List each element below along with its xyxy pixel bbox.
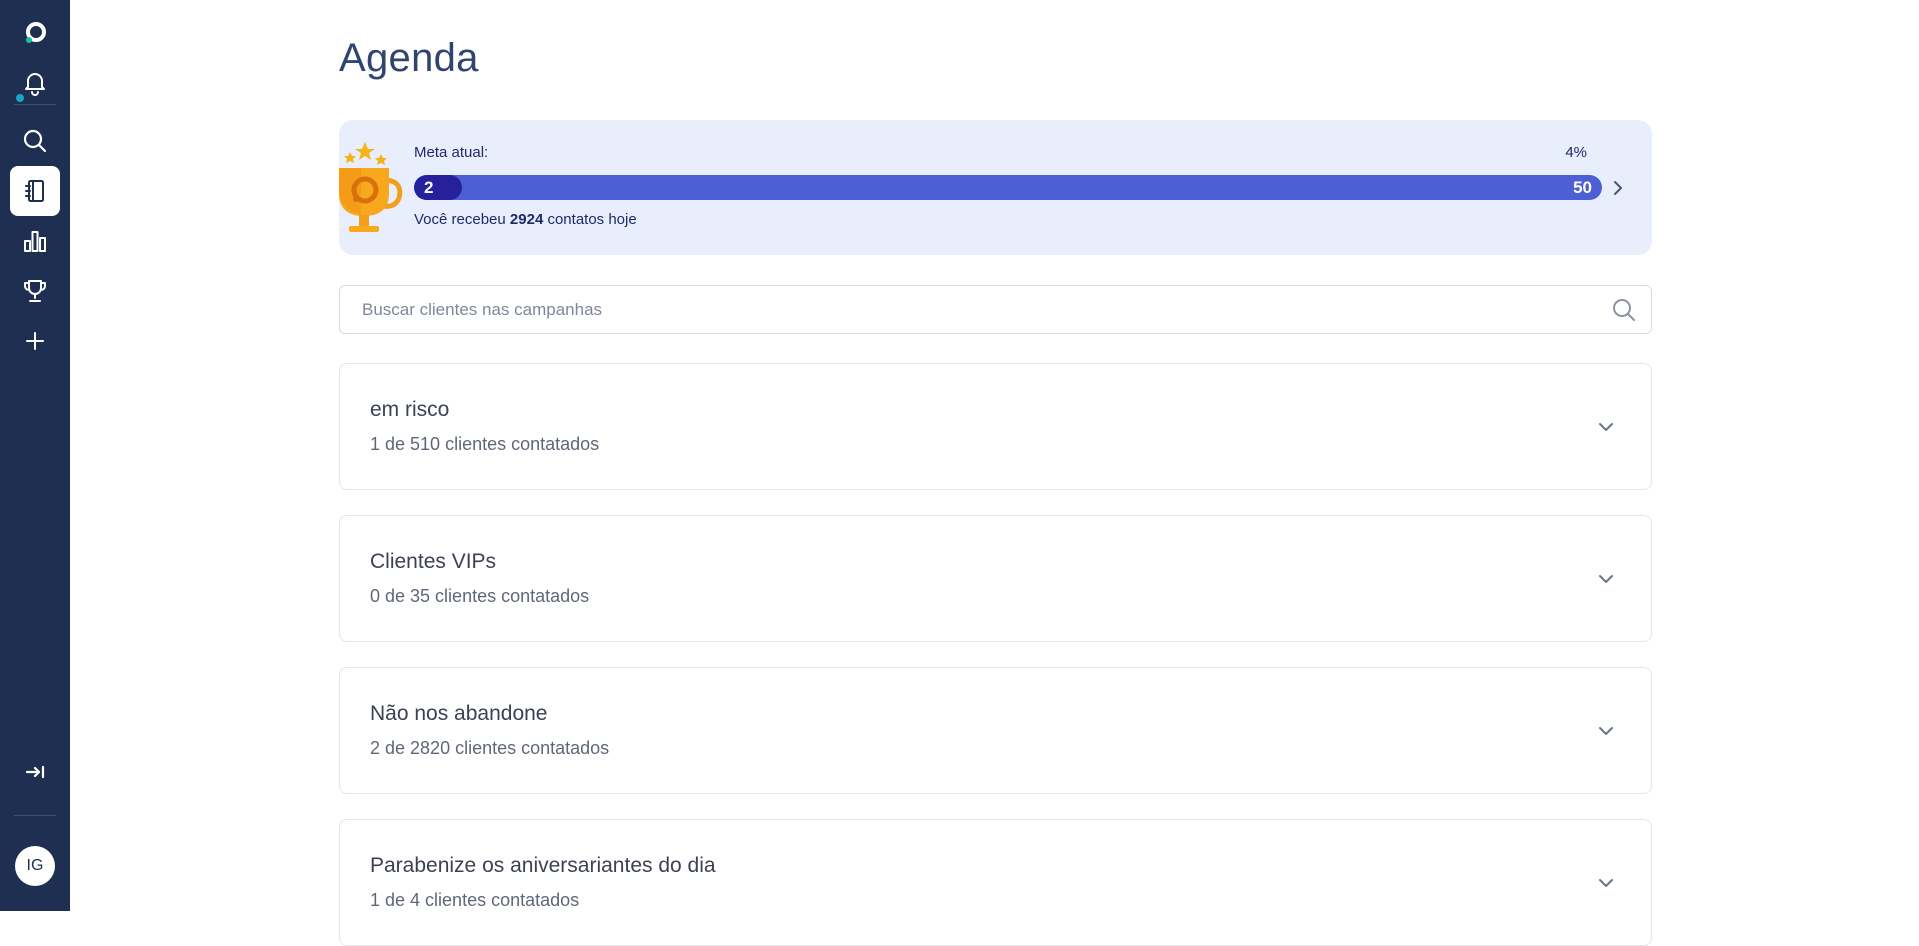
campaign-progress: 2 de 2820 clientes contatados [370,738,610,758]
search-box [339,285,1652,334]
goal-received-text: Você recebeu 2924 contatos hoje [414,211,637,228]
avatar[interactable]: IG [15,846,55,886]
campaign-card[interactable]: Parabenize os aniversariantes do dia 1 d… [339,819,1652,946]
trophy-illustration-icon [339,142,403,232]
bar-chart-icon[interactable] [10,216,60,266]
goal-percent: 4% [1565,144,1587,161]
sidebar: IG [0,0,70,911]
goal-target-value: 50 [1573,178,1592,197]
agenda-book-icon[interactable] [10,166,60,216]
goal-progress-fill [414,175,462,200]
trophy-icon[interactable] [10,266,60,316]
search-icon[interactable] [1611,297,1637,323]
campaign-progress: 1 de 4 clientes contatados [370,890,580,910]
goal-card[interactable]: Meta atual: 4% 2 50 Você recebeu 2924 co… [339,120,1652,255]
campaign-name: Clientes VIPs [370,550,497,573]
logo-icon[interactable] [10,8,60,58]
goal-current-value: 2 [424,178,434,197]
goal-progress-bar: 2 50 [414,175,1602,200]
campaign-card[interactable]: em risco 1 de 510 clientes contatados [339,363,1652,490]
goal-received-count: 2924 [509,211,544,228]
search-icon[interactable] [10,116,60,166]
chevron-down-icon[interactable] [1595,720,1617,742]
campaign-name: Não nos abandone [370,702,548,725]
plus-icon[interactable] [10,316,60,366]
campaign-progress: 1 de 510 clientes contatados [370,434,600,454]
campaign-name: em risco [370,398,450,421]
chevron-down-icon[interactable] [1595,872,1617,894]
collapse-arrow-icon[interactable] [10,747,60,797]
sidebar-divider [14,104,56,105]
goal-received-suffix: contatos hoje [547,211,637,228]
search-input[interactable] [360,286,1590,333]
chevron-right-icon[interactable] [1606,176,1630,200]
campaign-name: Parabenize os aniversariantes do dia [370,854,716,877]
campaign-progress: 0 de 35 clientes contatados [370,586,590,606]
notification-dot [16,94,24,102]
goal-received-prefix: Você recebeu [414,211,506,228]
goal-label: Meta atual: [414,144,489,161]
page-title: Agenda [339,36,479,80]
chevron-down-icon[interactable] [1595,416,1617,438]
sidebar-divider [14,815,56,816]
campaign-card[interactable]: Não nos abandone 2 de 2820 clientes cont… [339,667,1652,794]
chevron-down-icon[interactable] [1595,568,1617,590]
campaign-card[interactable]: Clientes VIPs 0 de 35 clientes contatado… [339,515,1652,642]
